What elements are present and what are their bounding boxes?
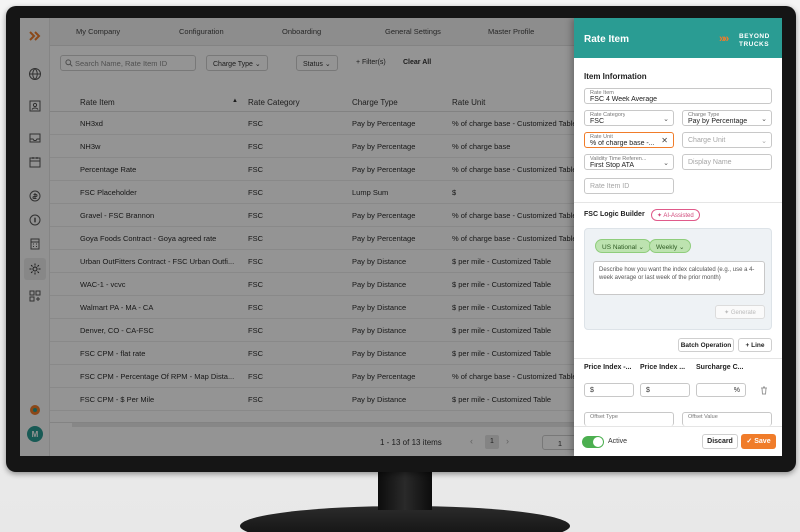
clear-icon[interactable]: ✕ (661, 136, 668, 145)
field-value: % of charge base -... (590, 140, 655, 147)
chevrons-logo-icon: »» (719, 33, 729, 45)
rate-item-panel: Rate Item »» BEYOND TRUCKS Item Informat… (574, 18, 782, 456)
check-icon: ✓ (746, 438, 753, 445)
rate-item-id-field[interactable]: Rate Item ID (584, 178, 674, 194)
logo-line-2: TRUCKS (739, 41, 770, 48)
display-name-field[interactable]: Display Name (682, 154, 772, 170)
section-divider (574, 358, 782, 359)
validity-time-select[interactable]: Validity Time Referen... First Stop ATA … (584, 154, 674, 170)
ai-badge-label: AI-Assisted (663, 213, 694, 219)
monitor-stand (378, 470, 432, 510)
index-description-textarea[interactable]: Describe how you want the index calculat… (593, 261, 765, 295)
field-placeholder: Display Name (688, 159, 732, 166)
chevron-down-icon: ⌄ (638, 244, 644, 251)
field-value: FSC 4 Week Average (590, 96, 658, 103)
textarea-placeholder: Describe how you want the index calculat… (599, 267, 755, 281)
save-label: Save (754, 438, 771, 445)
charge-type-select[interactable]: Charge Type Pay by Percentage ⌄ (682, 110, 772, 126)
discard-button[interactable]: Discard (702, 434, 738, 449)
surcharge-input[interactable]: % (696, 383, 746, 397)
logic-builder-card: US National ⌄ Weekly ⌄ Describe how you … (584, 228, 772, 330)
generate-label: Generate (730, 310, 756, 316)
field-value: FSC (590, 118, 604, 125)
charge-unit-select[interactable]: Charge Unit ⌄ (682, 132, 772, 148)
logo-line-1: BEYOND (739, 33, 770, 40)
chevron-down-icon: ⌄ (663, 160, 669, 167)
generate-button[interactable]: ✦ Generate (715, 305, 765, 319)
field-label: Offset Type (590, 414, 618, 420)
app-screen: M My Company Configuration Onboarding Ge… (20, 18, 782, 456)
col-price-index-1: Price Index -... (584, 364, 632, 371)
rate-category-select[interactable]: Rate Category FSC ⌄ (584, 110, 674, 126)
toggle-knob (593, 437, 603, 447)
save-button[interactable]: ✓ Save (741, 434, 776, 449)
trash-icon[interactable] (760, 386, 768, 395)
panel-header: Rate Item »» BEYOND TRUCKS (574, 18, 782, 58)
field-value: First Stop ATA (590, 162, 635, 169)
price-index-input-1[interactable]: $ (584, 383, 634, 397)
tag-label: US National (602, 244, 637, 251)
batch-operation-button[interactable]: Batch Operation (678, 338, 734, 352)
rate-item-field[interactable]: Rate Item FSC 4 Week Average (584, 88, 772, 104)
active-label: Active (608, 438, 628, 445)
section-item-information: Item Information (584, 72, 647, 81)
panel-title: Rate Item (584, 34, 630, 45)
tag-label: Weekly (656, 244, 678, 251)
chevron-down-icon: ⌄ (761, 138, 767, 145)
chevron-down-icon: ⌄ (679, 244, 685, 251)
monitor-scene: M My Company Configuration Onboarding Ge… (0, 0, 800, 532)
modal-overlay[interactable] (20, 18, 580, 456)
field-placeholder: Rate Item ID (590, 183, 630, 190)
panel-footer: Active Discard ✓ Save (574, 426, 782, 456)
sparkle-icon: ✦ (724, 310, 730, 316)
field-placeholder: Charge Unit (688, 137, 726, 144)
col-price-index-2: Price Index ... (640, 364, 686, 371)
frequency-tag-select[interactable]: Weekly ⌄ (649, 239, 692, 253)
rate-unit-select[interactable]: Rate Unit % of charge base -... ✕ (584, 132, 674, 148)
region-tag-select[interactable]: US National ⌄ (595, 239, 651, 253)
active-toggle[interactable] (582, 436, 604, 448)
fsc-logic-builder-title: FSC Logic Builder (584, 211, 645, 218)
price-index-input-2[interactable]: $ (640, 383, 690, 397)
field-value: Pay by Percentage (688, 118, 748, 125)
chevron-down-icon: ⌄ (663, 116, 669, 123)
col-surcharge: Surcharge C... (696, 364, 744, 371)
offset-type-select[interactable]: Offset Type (584, 412, 674, 426)
offset-value-field[interactable]: Offset Value (682, 412, 772, 426)
field-label: Offset Value (688, 414, 718, 420)
chevron-down-icon: ⌄ (761, 116, 767, 123)
section-divider (574, 202, 782, 203)
ai-assisted-badge: ✦ AI-Assisted (651, 209, 700, 221)
sparkle-icon: ✦ (657, 213, 663, 219)
beyond-trucks-logo: »» BEYOND TRUCKS (719, 32, 775, 48)
add-line-button[interactable]: + Line (738, 338, 772, 352)
